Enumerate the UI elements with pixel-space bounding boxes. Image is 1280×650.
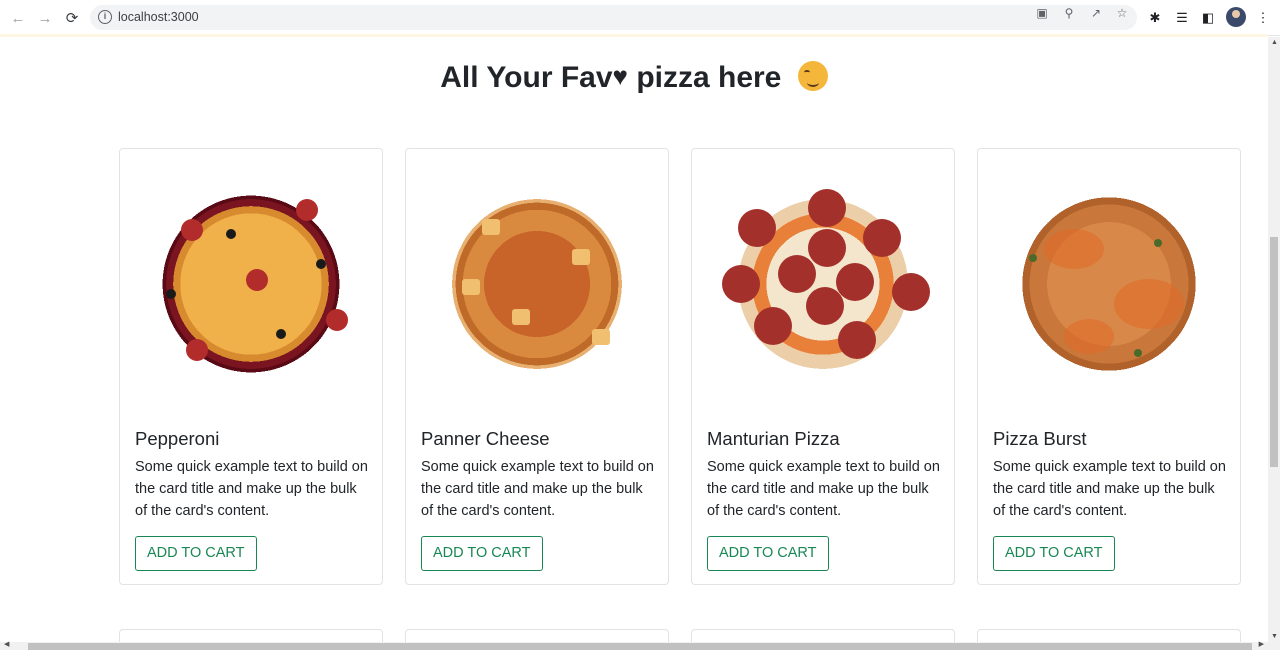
- salami-topping: [836, 263, 874, 301]
- card-title: Pizza Burst: [993, 428, 1087, 449]
- add-to-cart-button[interactable]: ADD TO CART: [135, 536, 257, 571]
- pizza-card: Panner Cheese Some quick example text to…: [405, 148, 669, 585]
- salami-topping: [754, 307, 792, 345]
- horizontal-scrollbar[interactable]: ◀ ▶: [0, 640, 1280, 650]
- black-heart-icon: ♥: [612, 61, 628, 91]
- add-to-cart-button[interactable]: ADD TO CART: [993, 536, 1115, 571]
- card-text: Some quick example text to build on the …: [421, 459, 654, 519]
- page-title-suffix: pizza here: [636, 61, 782, 94]
- site-info-icon[interactable]: i: [98, 10, 112, 24]
- olive-topping: [226, 229, 236, 239]
- back-arrow-icon[interactable]: ←: [8, 8, 28, 28]
- paneer-topping: [462, 279, 480, 295]
- card-text: Some quick example text to build on the …: [993, 459, 1226, 519]
- pepperoni-topping: [246, 269, 268, 291]
- salami-topping: [738, 209, 776, 247]
- paneer-topping: [572, 249, 590, 265]
- pepperoni-topping: [326, 309, 348, 331]
- salami-topping: [778, 255, 816, 293]
- share-icon[interactable]: ↗: [1088, 5, 1104, 21]
- pizza-card: [119, 629, 383, 642]
- paneer-topping: [482, 219, 500, 235]
- salami-topping: [808, 229, 846, 267]
- card-title: Panner Cheese: [421, 428, 550, 449]
- add-to-cart-button[interactable]: ADD TO CART: [707, 536, 829, 571]
- horizontal-scroll-thumb[interactable]: [28, 643, 1252, 650]
- scroll-left-arrow-icon[interactable]: ◀: [4, 640, 9, 648]
- forward-arrow-icon[interactable]: →: [35, 8, 55, 28]
- salami-topping: [806, 287, 844, 325]
- salami-topping: [808, 189, 846, 227]
- add-to-cart-button[interactable]: ADD TO CART: [421, 536, 543, 571]
- olive-topping: [276, 329, 286, 339]
- reload-icon[interactable]: ⟳: [62, 8, 82, 28]
- sauce-topping: [1114, 279, 1184, 329]
- yum-face-emoji-icon: [797, 61, 828, 91]
- scroll-up-arrow-icon[interactable]: ▲: [1271, 39, 1278, 46]
- sauce-topping: [1064, 319, 1114, 354]
- paneer-topping: [512, 309, 530, 325]
- address-bar[interactable]: i localhost:3000: [90, 5, 1137, 30]
- address-url[interactable]: localhost:3000: [118, 10, 199, 24]
- panner-cheese-pizza-image: [412, 159, 662, 409]
- pepper-topping: [1154, 239, 1162, 247]
- sauce-topping: [1044, 229, 1104, 269]
- bookmark-star-icon[interactable]: ☆: [1114, 5, 1130, 21]
- paneer-topping: [592, 329, 610, 345]
- pizza-card: Pizza Burst Some quick example text to b…: [977, 148, 1241, 585]
- translate-icon[interactable]: ▣: [1034, 5, 1050, 21]
- manturian-pizza-image: [698, 159, 948, 409]
- page-title-prefix: All Your Fav: [440, 61, 613, 94]
- page-content: All Your Fav♥ pizza here Pepperoni Some …: [0, 37, 1268, 642]
- salami-topping: [863, 219, 901, 257]
- pepperoni-topping: [181, 219, 203, 241]
- pizza-card: [405, 629, 669, 642]
- menu-kebab-icon[interactable]: ⋮: [1254, 9, 1272, 27]
- salami-topping: [892, 273, 930, 311]
- pepperoni-pizza-image: [126, 159, 376, 409]
- olive-topping: [316, 259, 326, 269]
- browser-toolbar: ← → ⟳ i localhost:3000 ▣ ⚲ ↗ ☆ ✱ ☰ ◧ ⋮: [0, 0, 1280, 36]
- vertical-scrollbar[interactable]: ▲ ▼: [1268, 37, 1280, 642]
- pepperoni-topping: [296, 199, 318, 221]
- zoom-icon[interactable]: ⚲: [1061, 5, 1077, 21]
- pizza-card: Manturian Pizza Some quick example text …: [691, 148, 955, 585]
- extensions-icon[interactable]: ✱: [1146, 9, 1164, 27]
- pizza-card: [691, 629, 955, 642]
- card-title: Manturian Pizza: [707, 428, 840, 449]
- vertical-scroll-thumb[interactable]: [1270, 237, 1278, 467]
- salami-topping: [838, 321, 876, 359]
- pepperoni-topping: [186, 339, 208, 361]
- page-title: All Your Fav♥ pizza here: [0, 61, 1268, 95]
- pizza-burst-image: [984, 159, 1234, 409]
- card-text: Some quick example text to build on the …: [707, 459, 940, 519]
- pepper-topping: [1029, 254, 1037, 262]
- pizza-card: [977, 629, 1241, 642]
- olive-topping: [166, 289, 176, 299]
- salami-topping: [722, 265, 760, 303]
- profile-avatar[interactable]: [1226, 7, 1246, 27]
- card-text: Some quick example text to build on the …: [135, 459, 368, 519]
- pepper-topping: [1134, 349, 1142, 357]
- pizza-card: Pepperoni Some quick example text to bui…: [119, 148, 383, 585]
- card-title: Pepperoni: [135, 428, 220, 449]
- side-panel-icon[interactable]: ◧: [1199, 9, 1217, 27]
- reading-list-icon[interactable]: ☰: [1173, 9, 1191, 27]
- scroll-down-arrow-icon[interactable]: ▼: [1271, 633, 1278, 640]
- scroll-right-arrow-icon[interactable]: ▶: [1259, 640, 1264, 648]
